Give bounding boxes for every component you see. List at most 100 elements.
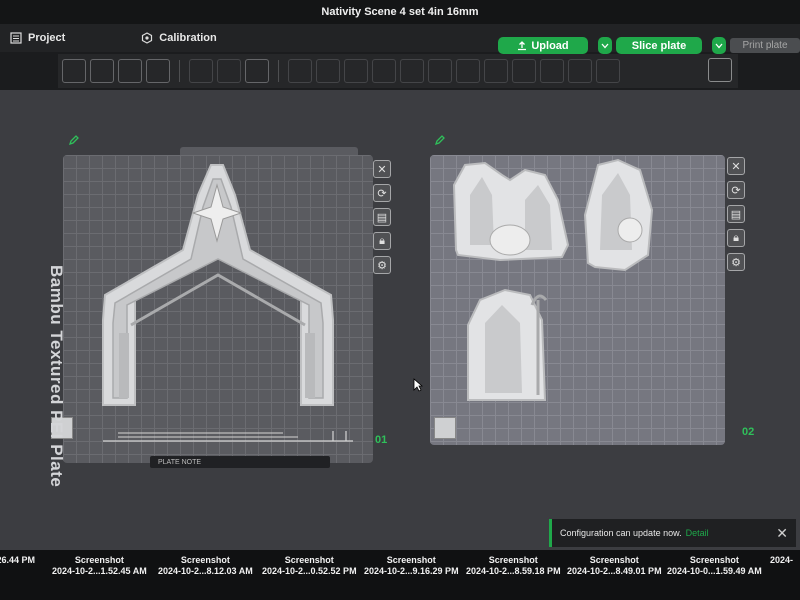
- upload-icon: [518, 40, 527, 50]
- slice-plate-button[interactable]: Slice plate: [616, 37, 702, 54]
- desktop-file[interactable]: .26.44 PM: [0, 555, 35, 566]
- file-time: 2024-10-2...8.12.03 AM: [158, 566, 253, 576]
- auto-orient-icon[interactable]: [118, 59, 142, 83]
- menu-project[interactable]: Project: [10, 32, 65, 44]
- seam-paint-icon[interactable]: [484, 59, 508, 83]
- lock-plate-icon[interactable]: 🔒︎: [373, 232, 391, 250]
- move-icon[interactable]: [288, 59, 312, 83]
- slice-plate-label: Slice plate: [631, 39, 687, 52]
- split-objects-icon[interactable]: [189, 59, 213, 83]
- arrange-plate-icon[interactable]: ⟳: [727, 181, 745, 199]
- file-time: 2024-10-2...0.52.52 PM: [262, 566, 357, 576]
- window-title: Nativity Scene 4 set 4in 16mm: [321, 6, 479, 18]
- menu-calibration-label: Calibration: [159, 32, 217, 44]
- file-label: Screenshot: [589, 555, 639, 565]
- chevron-down-icon: [601, 43, 609, 48]
- print-dropdown[interactable]: [712, 37, 726, 54]
- menu-bar: Project Calibration Upload Slice plate P…: [0, 24, 800, 54]
- color-paint-icon[interactable]: [540, 59, 564, 83]
- stable-model-shape[interactable]: [63, 155, 373, 463]
- calibration-icon: [142, 32, 153, 44]
- file-label: Screenshot: [386, 555, 436, 565]
- file-label: Screenshot: [488, 555, 538, 565]
- axes-cube-icon: [434, 417, 456, 439]
- assembly-view-icon[interactable]: [708, 58, 732, 82]
- file-time: 2024-10-2...8.59.18 PM: [466, 566, 561, 576]
- lock-plate-icon[interactable]: 🔒︎: [727, 229, 745, 247]
- chevron-down-icon: [715, 43, 723, 48]
- figure-models[interactable]: [430, 155, 725, 445]
- file-time: 2024-10-2...9.16.29 PM: [364, 566, 459, 576]
- file-time: 2024-10-2...8.49.01 PM: [567, 566, 662, 576]
- main-toolbar: [58, 54, 738, 88]
- plate-2[interactable]: [430, 155, 725, 445]
- plate-number: 02: [742, 426, 755, 438]
- toolbar-divider: [278, 60, 279, 82]
- file-time: 2024-10-2...1.52.45 AM: [52, 566, 147, 576]
- close-icon[interactable]: ✕: [776, 525, 788, 542]
- mouse-cursor-icon: [413, 378, 423, 392]
- plate-2-tools: ✕ ⟳ ▤ 🔒︎ ⚙: [727, 157, 745, 271]
- toolbar-divider: [179, 60, 180, 82]
- desktop-file[interactable]: Screenshot 2024-10-2...1.52.45 AM: [52, 555, 147, 577]
- rotate-icon[interactable]: [316, 59, 340, 83]
- desktop-file[interactable]: Screenshot 2024-10-2...8.49.01 PM: [567, 555, 662, 577]
- add-object-icon[interactable]: [62, 59, 86, 83]
- notification-message: Configuration can update now.: [560, 528, 682, 538]
- file-label: Screenshot: [689, 555, 739, 565]
- scale-icon[interactable]: [344, 59, 368, 83]
- upload-button[interactable]: Upload: [498, 37, 588, 54]
- plate-number: 01: [375, 434, 388, 446]
- delete-plate-icon[interactable]: ✕: [727, 157, 745, 175]
- orient-plate-icon[interactable]: ▤: [373, 208, 391, 226]
- menu-project-label: Project: [28, 32, 66, 44]
- plate-1-tools: ✕ ⟳ ▤ 🔒︎ ⚙: [373, 160, 391, 274]
- file-time: 2024-: [770, 555, 794, 565]
- plate-footer: PLATE NOTE: [150, 456, 330, 468]
- assembly-icon[interactable]: [596, 59, 620, 83]
- add-plate-icon[interactable]: [90, 59, 114, 83]
- mesh-boolean-icon[interactable]: [428, 59, 452, 83]
- desktop-file[interactable]: Screenshot 2024-10-2...9.16.29 PM: [364, 555, 459, 577]
- plate-edge-lines: [103, 431, 353, 442]
- split-parts-icon[interactable]: [217, 59, 241, 83]
- plate-1[interactable]: [51, 155, 373, 463]
- text-icon[interactable]: [512, 59, 536, 83]
- print-plate-button[interactable]: Print plate: [730, 38, 800, 53]
- file-label: Screenshot: [284, 555, 334, 565]
- desktop-strip: .26.44 PM Screenshot 2024-10-2...1.52.45…: [0, 550, 800, 600]
- edit-plate-name-icon[interactable]: [68, 134, 80, 146]
- file-label: Screenshot: [180, 555, 230, 565]
- support-paint-icon[interactable]: [456, 59, 480, 83]
- action-group: Upload Slice plate Print plate: [498, 37, 800, 54]
- layer-variable-icon[interactable]: [245, 59, 269, 83]
- update-notification: Configuration can update now. Detail ✕: [549, 519, 796, 547]
- cut-icon[interactable]: [400, 59, 424, 83]
- lay-on-face-icon[interactable]: [372, 59, 396, 83]
- project-icon: [10, 32, 22, 44]
- measure-icon[interactable]: [568, 59, 592, 83]
- build-canvas[interactable]: Bambu Textured PEI Plate PLATE NOTE 01 ✕…: [0, 90, 800, 550]
- title-bar: Nativity Scene 4 set 4in 16mm: [0, 0, 800, 24]
- plate-settings-icon[interactable]: ⚙: [727, 253, 745, 271]
- delete-plate-icon[interactable]: ✕: [373, 160, 391, 178]
- plate-type-label: Bambu Textured PEI Plate: [47, 265, 66, 488]
- orient-plate-icon[interactable]: ▤: [727, 205, 745, 223]
- desktop-file[interactable]: Screenshot 2024-10-2...8.12.03 AM: [158, 555, 253, 577]
- upload-label: Upload: [531, 39, 569, 52]
- arrange-plate-icon[interactable]: ⟳: [373, 184, 391, 202]
- file-label: Screenshot: [74, 555, 124, 565]
- edit-plate-name-icon[interactable]: [434, 134, 446, 146]
- desktop-file[interactable]: Screenshot 2024-10-2...8.59.18 PM: [466, 555, 561, 577]
- plate-settings-icon[interactable]: ⚙: [373, 256, 391, 274]
- notification-detail-link[interactable]: Detail: [686, 528, 709, 538]
- plate-footer-text: PLATE NOTE: [158, 458, 202, 466]
- arrange-icon[interactable]: [146, 59, 170, 83]
- slice-dropdown[interactable]: [598, 37, 612, 54]
- desktop-file[interactable]: Screenshot 2024-10-0...1.59.49 AM: [667, 555, 762, 577]
- print-plate-label: Print plate: [742, 40, 788, 51]
- file-time: .26.44 PM: [0, 555, 36, 565]
- menu-calibration[interactable]: Calibration: [141, 32, 217, 44]
- desktop-file[interactable]: 2024-: [770, 555, 793, 566]
- desktop-file[interactable]: Screenshot 2024-10-2...0.52.52 PM: [262, 555, 357, 577]
